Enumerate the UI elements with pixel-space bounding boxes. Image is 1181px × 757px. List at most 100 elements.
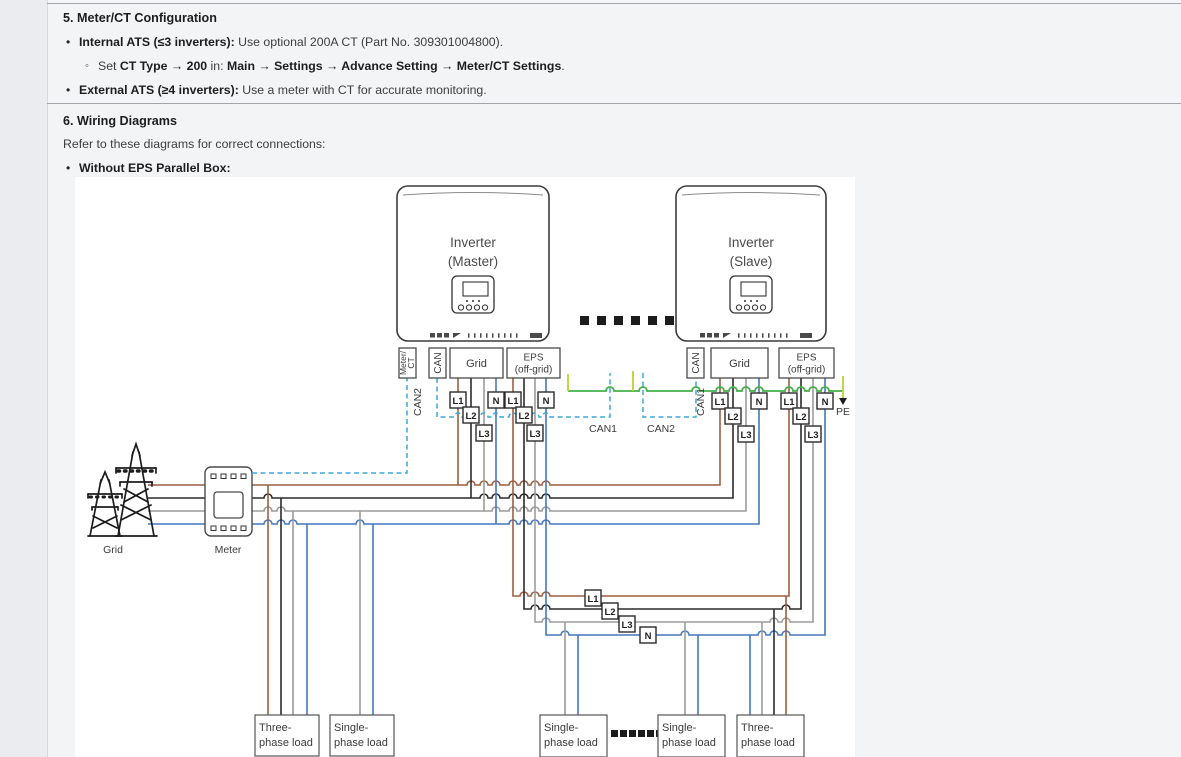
display-dot [478,300,480,302]
continuation-dot [647,730,654,737]
display-screen [741,282,766,296]
continuation-dot [631,316,640,325]
port-label: CAN [691,352,702,373]
wire-tag-label: L2 [795,412,806,423]
continuation-dot [620,730,627,737]
port-label: CT [406,357,416,368]
wire-tag-label: L3 [529,429,540,440]
port-label: Grid [729,358,750,370]
meter-terminal [221,526,226,531]
meter-caption: Meter [215,544,242,556]
comm-line [252,378,407,473]
meter-terminal [211,526,216,531]
load-label: Three- [259,722,292,734]
wire-tag-label: L2 [465,411,476,422]
bullet-marker: • [66,161,70,175]
bottom-port-mark [437,333,442,338]
section6-heading: 6. Wiring Diagrams [63,114,177,128]
inverter-title: Inverter [450,235,496,250]
bullet-internal-ats: Internal ATS (≤3 inverters): Use optiona… [79,35,503,49]
display-button [466,305,471,310]
display-dot [472,300,474,302]
wire-tag-label: N [543,396,550,407]
bottom-port-mark [714,333,719,338]
inverter-subtitle: (Master) [448,254,498,269]
continuation-dot [629,730,636,737]
can1-label-slave: CAN1 [695,388,707,416]
bullet-marker: • [66,35,70,49]
meter-terminal [241,474,246,479]
wire-l3_gray [535,378,813,622]
wire-tag-label: L3 [740,430,751,441]
display-button [482,305,487,310]
can1-label-mid: CAN1 [589,423,617,435]
display-button [744,305,749,310]
bullet-external-ats: External ATS (≥4 inverters): Use a meter… [79,83,487,97]
port-label: (off-grid) [515,365,553,376]
wire-tag-label: L1 [783,397,795,408]
load-label: phase load [334,737,388,749]
text-run: in: [207,59,227,73]
wire-tag-label: N [822,397,829,408]
wire-tag-label: L3 [478,429,489,440]
page-left-margin [0,0,48,757]
section5-heading: 5. Meter/CT Configuration [63,11,217,25]
display-screen [463,282,488,296]
wire-tag-label: N [756,397,763,408]
display-dot [466,300,468,302]
tower-strut [132,444,140,456]
continuation-dot [638,730,645,737]
tower-strut [100,472,110,484]
continuation-dot [614,316,623,325]
grid-caption: Grid [103,544,123,556]
port-label: (off-grid) [788,365,826,376]
display-dot [744,300,746,302]
text-run: Set [98,59,120,73]
continuation-dot [665,316,674,325]
bottom-port-block [530,333,542,338]
meter-terminal [221,474,226,479]
load-label: phase load [259,737,313,749]
wire-tag-label: L1 [587,594,599,605]
wire-tag-label: L1 [507,396,519,407]
meter-terminal [211,474,216,479]
load-label: phase load [662,737,716,749]
text-run: External ATS (≥4 inverters): [79,83,239,97]
can2-label-mid: CAN2 [647,423,675,435]
tower-strut [139,452,154,536]
wire-tag-label: L2 [518,411,529,422]
bottom-port-mark [444,333,449,338]
text-run: Internal ATS (≤3 inverters): [79,35,235,49]
text-run: Use optional 200A CT (Part No. 309301004… [235,35,503,49]
inverter-title: Inverter [728,235,774,250]
meter-terminal [231,526,236,531]
continuation-dot [648,316,657,325]
load-label: Single- [544,722,579,734]
top-divider [47,3,1181,4]
sub-bullet-marker: ◦ [85,60,89,72]
wiring-diagram: Inverter(Master)Inverter(Slave)Meter/CTC… [75,177,855,757]
section6-intro: Refer to these diagrams for correct conn… [63,137,325,151]
port-label: Grid [466,358,487,370]
wire-tag-label: L3 [807,430,818,441]
port-label: EPS [796,353,816,364]
meter-terminal [231,474,236,479]
wire-l1_brown [513,378,789,596]
port-label: EPS [523,353,543,364]
pe-ground-arrow-icon [839,398,847,405]
continuation-dot [597,316,606,325]
display-dot [750,300,752,302]
wire-tag-label: L1 [452,396,464,407]
wire-tag-label: N [493,396,500,407]
text-run: . [561,59,564,73]
bottom-port-mark [700,333,705,338]
wire-tag-label: L3 [621,620,632,631]
section-divider [47,103,1181,104]
load-label: phase load [544,737,598,749]
bottom-port-block [800,333,812,338]
wire-tag-label: L2 [727,412,738,423]
comm-line [643,373,696,417]
display-button [760,305,765,310]
display-button [752,305,757,310]
bottom-port-mark [430,333,435,338]
